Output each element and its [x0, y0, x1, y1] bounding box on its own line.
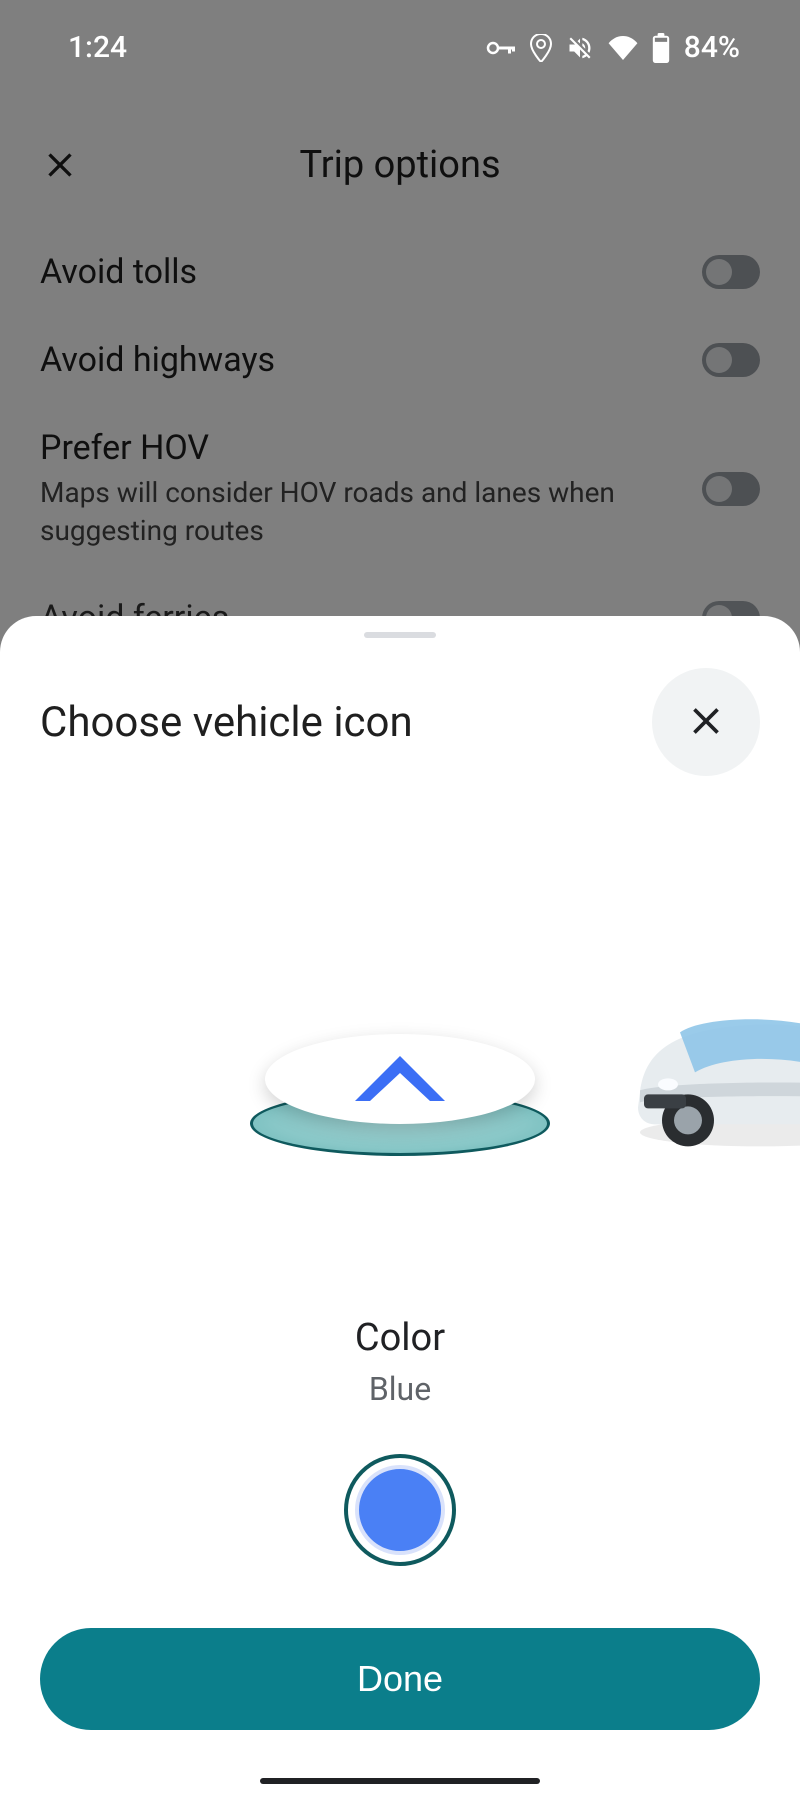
arrow-white-disc — [265, 1034, 535, 1124]
vehicle-option-arrow[interactable] — [250, 989, 550, 1144]
color-heading: Color — [0, 1316, 800, 1360]
color-name: Blue — [0, 1370, 800, 1408]
option-label: Avoid highways — [40, 340, 682, 380]
toggle-switch[interactable] — [702, 343, 760, 377]
option-label: Avoid tolls — [40, 252, 682, 292]
option-label: Prefer HOV — [40, 428, 682, 468]
vehicle-option-car[interactable] — [610, 972, 800, 1152]
page-title: Trip options — [40, 143, 760, 187]
close-button[interactable] — [652, 668, 760, 776]
color-swatch-selected[interactable] — [344, 1454, 456, 1566]
gesture-nav-bar[interactable] — [260, 1778, 540, 1784]
color-section: Color Blue — [0, 1316, 800, 1566]
status-bar: 1:24 84% — [0, 0, 800, 95]
trip-options-header: Trip options — [0, 130, 800, 200]
location-icon — [530, 34, 552, 62]
mute-icon — [566, 34, 594, 62]
option-subtext: Maps will consider HOV roads and lanes w… — [40, 474, 682, 550]
close-icon — [684, 699, 728, 746]
navigation-arrow-icon — [350, 1051, 450, 1106]
color-swatch-inner — [355, 1465, 445, 1555]
battery-icon — [652, 33, 670, 63]
vehicle-carousel[interactable] — [0, 916, 800, 1216]
clock: 1:24 — [68, 30, 127, 65]
option-avoid-highways[interactable]: Avoid highways — [40, 316, 760, 404]
battery-percent: 84% — [684, 30, 740, 65]
toggle-switch[interactable] — [702, 255, 760, 289]
vehicle-icon-sheet: Choose vehicle icon — [0, 616, 800, 1796]
sheet-title: Choose vehicle icon — [40, 698, 413, 747]
vpn-key-icon — [486, 39, 516, 57]
trip-options-list: Avoid tolls Avoid highways Prefer HOV Ma… — [0, 228, 800, 662]
done-button[interactable]: Done — [40, 1628, 760, 1730]
wifi-icon — [608, 36, 638, 60]
option-prefer-hov[interactable]: Prefer HOV Maps will consider HOV roads … — [40, 404, 760, 574]
option-avoid-tolls[interactable]: Avoid tolls — [40, 228, 760, 316]
toggle-switch[interactable] — [702, 472, 760, 506]
